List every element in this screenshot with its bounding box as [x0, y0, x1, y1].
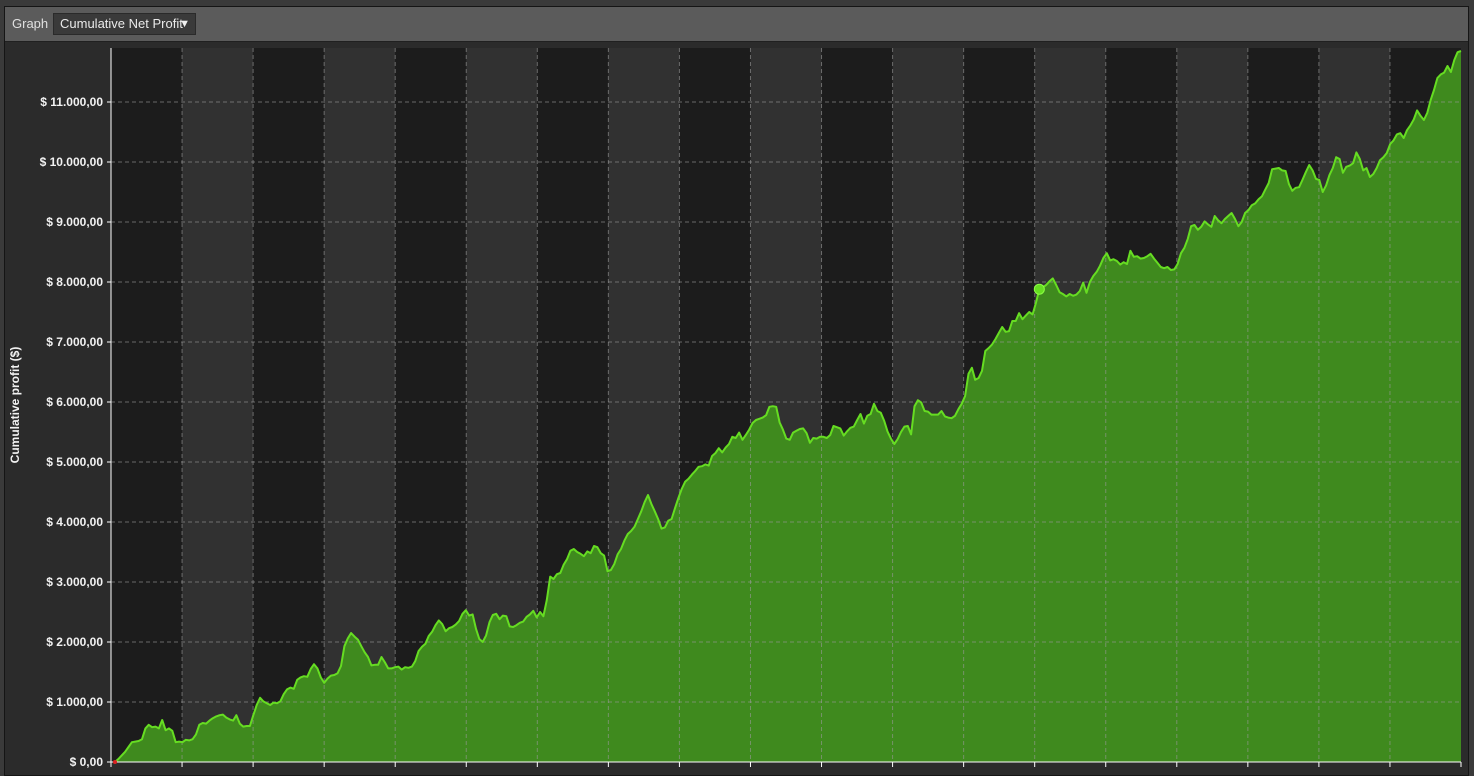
y-tick-label: $ 9.000,00 — [46, 215, 103, 229]
y-tick-label: $ 11.000,00 — [40, 95, 103, 109]
graph-label: Graph — [12, 16, 49, 31]
y-tick-label: $ 1.000,00 — [46, 695, 103, 709]
y-tick-label: $ 7.000,00 — [46, 335, 103, 349]
y-tick-label: $ 4.000,00 — [46, 515, 103, 529]
y-tick-label: $ 0,00 — [70, 755, 104, 769]
graph-type-select[interactable]: Cumulative Net Profit ▼ — [53, 13, 196, 35]
y-tick-label: $ 6.000,00 — [46, 395, 103, 409]
plot-band — [182, 48, 254, 762]
plot-band — [253, 48, 325, 762]
y-tick-label: $ 8.000,00 — [46, 275, 103, 289]
graph-toolbar: Graph Cumulative Net Profit ▼ — [5, 7, 1468, 42]
y-tick-label: $ 2.000,00 — [46, 635, 103, 649]
y-tick-label: $ 10.000,00 — [40, 155, 104, 169]
graph-window: Graph Cumulative Net Profit ▼ $ 0,00 $ 1.… — [4, 6, 1469, 776]
y-axis-label: Cumulative profit ($) — [8, 347, 22, 464]
y-tick-label: $ 3.000,00 — [46, 575, 103, 589]
highlight-point — [1033, 283, 1045, 295]
chart-area: $ 0,00 $ 1.000,00 $ 2.000,00 $ 3.000,00 $ 4.… — [5, 42, 1468, 775]
cumulative-profit-chart: $ 0,00 $ 1.000,00 $ 2.000,00 $ 3.000,00 $ 4.… — [8, 48, 1462, 769]
chevron-down-icon: ▼ — [179, 18, 190, 30]
y-tick-label: $ 5.000,00 — [46, 455, 103, 469]
start-point — [113, 760, 117, 764]
graph-type-value: Cumulative Net Profit — [60, 16, 183, 31]
plot-band — [111, 48, 183, 762]
